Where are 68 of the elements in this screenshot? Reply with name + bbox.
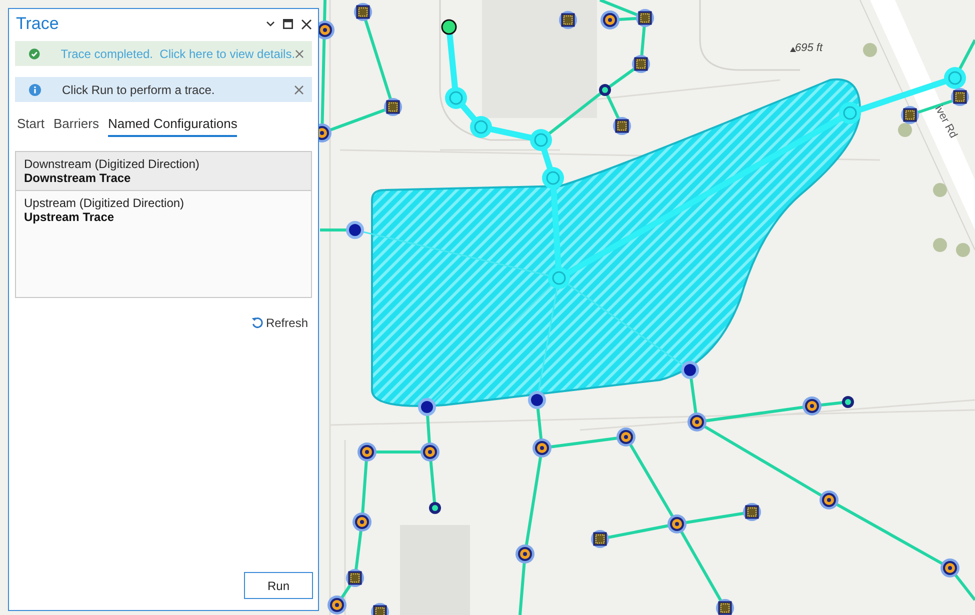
start-point-icon	[441, 19, 457, 35]
tab[interactable]: Named Configurations	[108, 114, 238, 136]
outfall-icon	[681, 361, 699, 379]
pane-title: Trace	[16, 13, 59, 36]
tree-icon	[863, 43, 877, 57]
refresh-icon	[250, 316, 264, 329]
tree-icon	[898, 123, 912, 137]
grate-icon	[346, 569, 364, 587]
grate-icon	[559, 11, 577, 29]
grate-icon	[901, 106, 919, 124]
grate-icon	[384, 98, 402, 116]
manhole-icon	[358, 442, 376, 462]
grate-icon	[371, 603, 389, 615]
manhole-icon	[820, 490, 838, 510]
grate-icon	[591, 530, 609, 548]
traced-node-icon	[542, 167, 564, 189]
grate-icon	[632, 55, 650, 73]
manhole-icon	[328, 596, 346, 614]
configuration-name: Downstream (Digitized Direction)	[24, 156, 200, 170]
configuration-item[interactable]: Upstream (Digitized Direction) Upstream Trace	[16, 190, 311, 228]
outfall-icon	[346, 221, 364, 239]
outfall-icon	[418, 398, 436, 416]
traced-node-icon	[445, 87, 467, 109]
close-icon[interactable]	[301, 18, 312, 30]
traced-node-icon	[548, 267, 570, 289]
elevation-label: 695 ft	[795, 42, 823, 54]
check-circle-icon	[29, 48, 40, 60]
tree-icon	[956, 243, 970, 257]
grate-icon	[951, 88, 969, 106]
road-label: iver Rd	[932, 104, 960, 140]
refresh-button[interactable]: Refresh	[250, 314, 308, 332]
grate-icon	[636, 9, 654, 27]
grate-icon	[716, 599, 734, 615]
traced-node-icon	[470, 116, 492, 138]
cleanout-icon	[429, 502, 441, 514]
outfall-icon	[528, 391, 546, 409]
manhole-icon	[352, 512, 372, 532]
info-message: Click Run to perform a trace.	[62, 82, 215, 98]
grate-icon	[613, 117, 631, 135]
manhole-icon	[600, 10, 620, 30]
trace-name: Downstream Trace	[24, 170, 132, 184]
manhole-icon	[668, 514, 686, 534]
manhole-icon	[802, 396, 822, 416]
manhole-icon	[940, 558, 960, 578]
tree-icon	[933, 183, 947, 197]
configuration-item[interactable]: Downstream (Digitized Direction) Downstream Trace	[16, 152, 311, 190]
cleanout-icon	[842, 396, 854, 408]
traced-node-icon	[839, 102, 861, 124]
run-button[interactable]: Run	[244, 572, 313, 599]
manhole-icon	[516, 544, 534, 564]
elevation-marker-icon	[790, 47, 796, 52]
manhole-icon	[532, 438, 552, 458]
traced-node-icon	[530, 129, 552, 151]
tab[interactable]: Barriers	[53, 114, 99, 136]
chevron-down-icon[interactable]	[266, 21, 275, 27]
trace-name: Upstream Trace	[24, 210, 116, 224]
tree-icon	[933, 238, 947, 252]
tab[interactable]: Start	[17, 114, 44, 136]
maximize-icon[interactable]	[283, 19, 293, 29]
manhole-icon	[688, 412, 706, 432]
traced-node-icon	[944, 67, 966, 89]
grate-icon	[743, 503, 761, 521]
grate-icon	[354, 3, 372, 21]
info-icon	[29, 84, 41, 96]
manhole-icon	[616, 428, 636, 446]
cleanout-icon	[599, 84, 611, 96]
configuration-name: Upstream (Digitized Direction)	[24, 196, 186, 210]
manhole-icon	[420, 442, 440, 462]
